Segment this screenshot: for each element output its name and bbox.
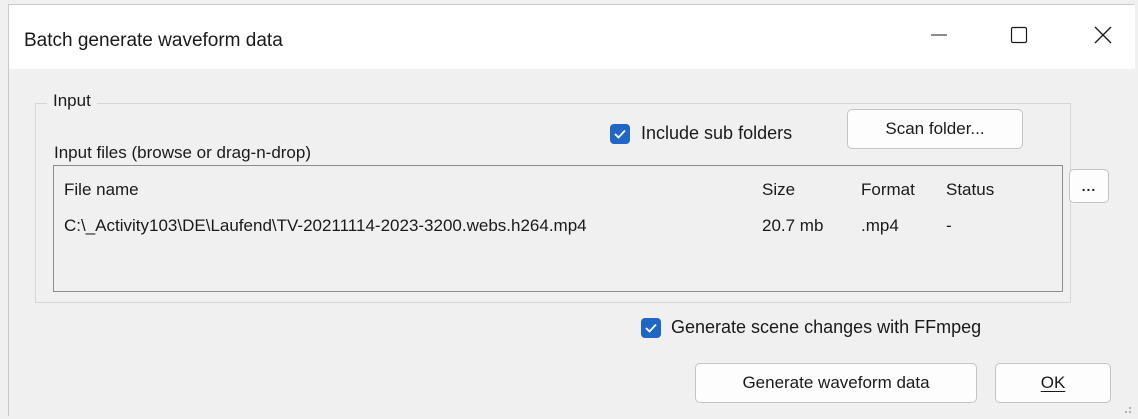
status-cell: - bbox=[946, 216, 952, 235]
minimize-button[interactable] bbox=[909, 5, 969, 65]
close-icon bbox=[1094, 26, 1112, 44]
input-files-list[interactable]: File name Size Format Status C:\_Activit… bbox=[53, 165, 1063, 292]
maximize-button[interactable] bbox=[989, 5, 1049, 65]
scan-folder-button[interactable]: Scan folder... bbox=[847, 109, 1023, 149]
file-name-cell: C:\_Activity103\DE\Laufend\TV-20211114-2… bbox=[64, 216, 587, 235]
column-header-format[interactable]: Format bbox=[861, 180, 915, 200]
generate-waveform-data-button[interactable]: Generate waveform data bbox=[695, 363, 977, 403]
checkmark-icon bbox=[645, 323, 657, 333]
minimize-icon bbox=[931, 34, 947, 36]
batch-generate-window: Batch generate waveform data Input Input… bbox=[8, 4, 1135, 416]
close-button[interactable] bbox=[1073, 5, 1133, 65]
input-files-label: Input files (browse or drag-n-drop) bbox=[54, 143, 312, 162]
ok-button[interactable]: OK bbox=[995, 363, 1111, 403]
include-sub-folders-label[interactable]: Include sub folders bbox=[641, 123, 792, 144]
generate-scene-changes-label[interactable]: Generate scene changes with FFmpeg bbox=[671, 317, 981, 338]
maximize-icon bbox=[1010, 26, 1028, 44]
include-sub-folders-checkbox[interactable] bbox=[610, 124, 630, 144]
checkmark-icon bbox=[614, 129, 626, 139]
title-bar: Batch generate waveform data bbox=[9, 5, 1135, 69]
input-group-label: Input bbox=[47, 91, 97, 111]
format-cell: .mp4 bbox=[861, 216, 899, 235]
resize-grip-icon[interactable] bbox=[1122, 404, 1132, 414]
column-header-size[interactable]: Size bbox=[762, 180, 795, 200]
size-cell: 20.7 mb bbox=[762, 216, 824, 235]
browse-files-button[interactable]: ... bbox=[1069, 169, 1109, 203]
generate-scene-changes-checkbox[interactable] bbox=[641, 318, 661, 338]
window-title: Batch generate waveform data bbox=[24, 30, 283, 51]
column-header-status[interactable]: Status bbox=[946, 180, 994, 200]
column-header-file-name[interactable]: File name bbox=[64, 180, 139, 200]
